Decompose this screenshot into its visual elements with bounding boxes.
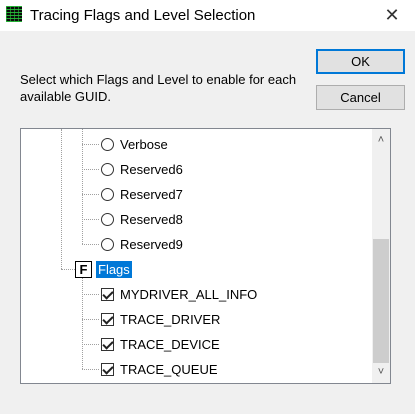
tree-item-label: Reserved8 (120, 211, 183, 227)
tree-item-trace-device[interactable]: TRACE_DEVICE (101, 333, 220, 355)
tree-line (61, 129, 62, 269)
tree-item-label: MYDRIVER_ALL_INFO (120, 286, 258, 302)
trace-app-icon (6, 6, 22, 22)
tree-item-trace-driver[interactable]: TRACE_DRIVER (101, 308, 220, 330)
radio-button[interactable] (101, 212, 114, 226)
tree-item-mydriver-all-info[interactable]: MYDRIVER_ALL_INFO (101, 283, 257, 305)
tree-line (82, 278, 83, 369)
ok-button[interactable]: OK (316, 49, 405, 74)
tree-line (82, 219, 99, 220)
tree-line (82, 129, 83, 244)
tree-item-reserved8[interactable]: Reserved8 (101, 208, 183, 230)
window-title: Tracing Flags and Level Selection (30, 7, 256, 24)
tree-item-label: Reserved9 (120, 236, 183, 252)
tree-line (82, 244, 99, 245)
guid-tree[interactable]: Verbose Reserved6 Reserved7 Reserved8 Re… (20, 128, 391, 384)
tree-item-reserved7[interactable]: Reserved7 (101, 183, 183, 205)
tree-item-label: Flags (96, 260, 132, 278)
tree-line (82, 344, 99, 345)
radio-button[interactable] (101, 162, 114, 176)
instructions-text: Select which Flags and Level to enable f… (20, 72, 297, 104)
flags-icon: F (75, 260, 92, 278)
tree-line (82, 169, 99, 170)
tree-item-label: Reserved6 (120, 161, 183, 177)
close-icon: ✕ (384, 5, 400, 25)
tree-line (82, 319, 99, 320)
checkbox[interactable] (101, 362, 114, 376)
vertical-scrollbar[interactable]: ˄ ˅ (372, 129, 390, 383)
tree-item-label: Reserved7 (120, 186, 183, 202)
tree-item-reserved9[interactable]: Reserved9 (101, 233, 183, 255)
tree-line (82, 294, 99, 295)
tree-item-trace-queue[interactable]: TRACE_QUEUE (101, 358, 218, 380)
checkbox[interactable] (101, 287, 114, 301)
radio-button[interactable] (101, 137, 114, 151)
radio-button[interactable] (101, 187, 114, 201)
scroll-down-button[interactable]: ˅ (372, 363, 390, 381)
tree-item-label: TRACE_DRIVER (120, 311, 221, 327)
checkbox[interactable] (101, 312, 114, 326)
tree-item-flags[interactable]: F Flags (75, 258, 132, 280)
cancel-button[interactable]: Cancel (316, 85, 405, 110)
tree-item-reserved6[interactable]: Reserved6 (101, 158, 183, 180)
close-button[interactable]: ✕ (369, 0, 415, 31)
tree-line (82, 369, 99, 370)
tree-item-label: Verbose (120, 136, 168, 152)
chevron-down-icon: ˅ (377, 366, 385, 378)
checkbox[interactable] (101, 337, 114, 351)
radio-button[interactable] (101, 237, 114, 251)
chevron-up-icon: ˄ (377, 134, 385, 146)
title-bar: Tracing Flags and Level Selection ✕ (0, 0, 415, 31)
tree-line (82, 144, 99, 145)
scroll-thumb[interactable] (373, 239, 389, 363)
tree-item-label: TRACE_DEVICE (120, 336, 220, 352)
tree-line (82, 194, 99, 195)
scroll-up-button[interactable]: ˄ (372, 131, 390, 149)
tree-item-label: TRACE_QUEUE (120, 361, 218, 377)
tree-item-verbose[interactable]: Verbose (101, 133, 168, 155)
